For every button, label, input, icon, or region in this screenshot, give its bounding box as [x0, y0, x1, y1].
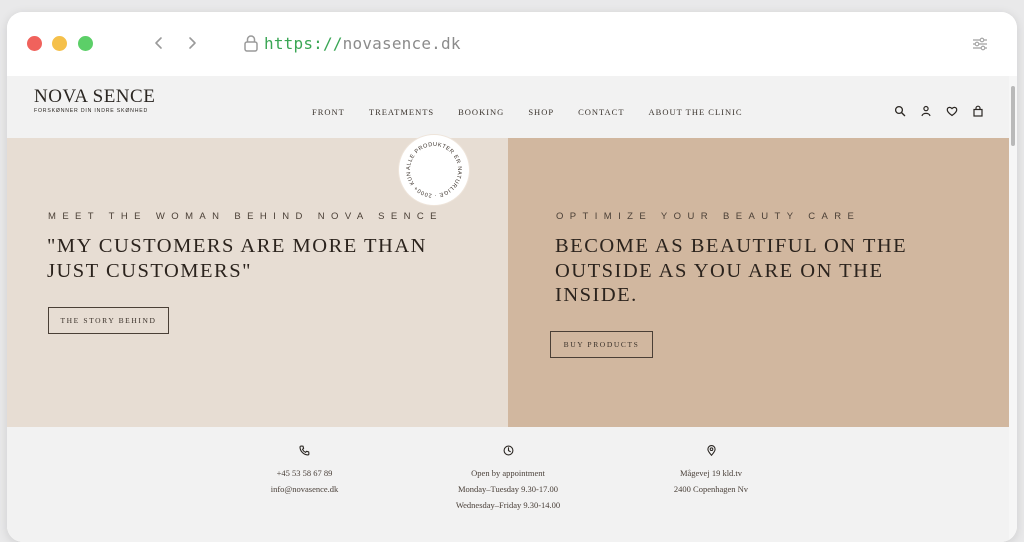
hours-line-3: Wednesday–Friday 9.30-14.00 — [455, 500, 561, 510]
hours-line-2: Monday–Tuesday 9.30-17.00 — [457, 484, 559, 494]
clock-icon — [503, 445, 514, 456]
hours-line-1: Open by appointment — [471, 468, 545, 478]
products-headline-line-3: INSIDE. — [555, 284, 638, 306]
menu-item-about[interactable]: ABOUT THE CLINIC — [649, 107, 743, 117]
address-city[interactable]: 2400 Copenhagen Nv — [651, 481, 771, 497]
logo-tagline: FORSKØNNER DIN INDRE SKØNHED — [34, 108, 149, 114]
main-menu: FRONT TREATMENTS BOOKING SHOP CONTACT AB… — [312, 107, 767, 117]
phone-icon — [299, 445, 310, 456]
buy-products-button[interactable]: BUY PRODUCTS — [550, 331, 653, 358]
site-logo[interactable]: NOVA SENCE FORSKØNNER DIN INDRE SKØNHED — [34, 86, 155, 114]
address-street[interactable]: Mågevej 19 kld.tv — [651, 465, 771, 481]
header-actions — [894, 105, 998, 117]
menu-item-shop[interactable]: SHOP — [528, 107, 554, 117]
contact-info-bar: +45 53 58 67 89 info@novasence.dk Open b… — [7, 427, 1009, 542]
url-scheme: https:// — [264, 34, 343, 53]
products-eyebrow: OPTIMIZE YOUR BEAUTY CARE — [556, 211, 861, 222]
menu-item-treatments[interactable]: TREATMENTS — [369, 107, 434, 117]
wishlist-icon[interactable] — [946, 105, 958, 117]
url-host: novasence.dk — [342, 34, 461, 53]
contact-email[interactable]: info@novasence.dk — [247, 481, 362, 497]
menu-item-front[interactable]: FRONT — [312, 107, 345, 117]
browser-toolbar: https://novasence.dk — [7, 12, 1017, 76]
address-bar[interactable]: https://novasence.dk — [264, 34, 461, 53]
story-behind-button[interactable]: THE STORY BEHIND — [48, 307, 169, 334]
svg-text:ALLE PRODUKTER ER NATURLIGE ·: ALLE PRODUKTER ER NATURLIGE · 2000+ KUND… — [399, 135, 462, 198]
menu-item-contact[interactable]: CONTACT — [578, 107, 624, 117]
account-icon[interactable] — [920, 105, 932, 117]
natural-products-badge: ALLE PRODUKTER ER NATURLIGE · 2000+ KUND… — [399, 135, 469, 205]
contact-column: +45 53 58 67 89 info@novasence.dk — [247, 445, 362, 497]
location-pin-icon — [706, 445, 717, 456]
opening-hours-column: Open by appointment Monday–Tuesday 9.30-… — [438, 445, 578, 513]
cart-icon[interactable] — [972, 105, 984, 117]
badge-text: ALLE PRODUKTER ER NATURLIGE · 2000+ KUND… — [399, 135, 462, 198]
products-headline-line-2: OUTSIDE AS YOU ARE ON THE — [555, 259, 884, 282]
contact-phone[interactable]: +45 53 58 67 89 — [247, 465, 362, 481]
site-header: NOVA SENCE FORSKØNNER DIN INDRE SKØNHED … — [7, 76, 1009, 138]
about-headline-line-2: JUST CUSTOMERS" — [47, 259, 252, 282]
products-headline: BECOME AS BEAUTIFUL ON THE OUTSIDE AS YO… — [555, 234, 907, 308]
products-headline-line-1: BECOME AS BEAUTIFUL ON THE — [555, 235, 908, 257]
settings-icon[interactable] — [972, 37, 988, 51]
minimize-window-button[interactable] — [52, 36, 67, 51]
forward-icon[interactable] — [182, 32, 202, 54]
about-headline-line-1: "MY CUSTOMERS ARE MORE THAN — [47, 235, 427, 257]
maximize-window-button[interactable] — [78, 36, 93, 51]
close-window-button[interactable] — [27, 36, 42, 51]
address-column: Mågevej 19 kld.tv 2400 Copenhagen Nv — [651, 445, 771, 497]
about-eyebrow: MEET THE WOMAN BEHIND NOVA SENCE — [48, 211, 443, 222]
page-scrollbar[interactable] — [1009, 76, 1017, 542]
lock-icon — [243, 34, 259, 52]
logo-text: NOVA SENCE — [34, 86, 156, 107]
scrollbar-thumb[interactable] — [1011, 86, 1015, 146]
about-headline: "MY CUSTOMERS ARE MORE THAN JUST CUSTOME… — [47, 234, 427, 283]
back-icon[interactable] — [149, 32, 169, 54]
menu-item-booking[interactable]: BOOKING — [458, 107, 504, 117]
browser-window: https://novasence.dk NOVA SENCE FORSKØNN… — [7, 12, 1017, 542]
web-page: NOVA SENCE FORSKØNNER DIN INDRE SKØNHED … — [7, 76, 1009, 542]
search-icon[interactable] — [894, 105, 906, 117]
hero-products-section: OPTIMIZE YOUR BEAUTY CARE BECOME AS BEAU… — [508, 138, 1009, 427]
